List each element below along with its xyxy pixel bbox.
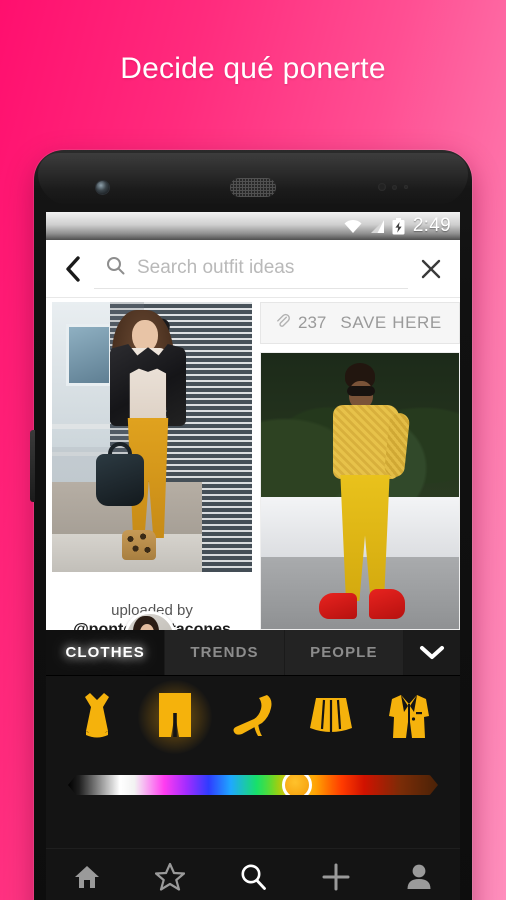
filter-tabs: CLOTHES TRENDS PEOPLE bbox=[46, 630, 460, 676]
color-slider-wrap[interactable] bbox=[46, 758, 460, 812]
page-title: Decide qué ponerte bbox=[120, 52, 386, 85]
search-icon[interactable] bbox=[227, 857, 279, 897]
volume-button[interactable] bbox=[30, 430, 35, 502]
profile-icon[interactable] bbox=[393, 857, 445, 897]
star-icon[interactable] bbox=[144, 857, 196, 897]
tab-trends[interactable]: TRENDS bbox=[165, 630, 285, 675]
front-camera-icon bbox=[96, 181, 109, 194]
category-row bbox=[46, 676, 460, 758]
filter-panel: CLOTHES TRENDS PEOPLE bbox=[46, 630, 460, 900]
close-icon[interactable] bbox=[418, 258, 444, 280]
search-bar bbox=[46, 240, 460, 298]
pants-icon[interactable] bbox=[138, 680, 212, 754]
clock-time: 2:49 bbox=[412, 215, 451, 236]
bottom-nav bbox=[46, 848, 460, 900]
color-slider-thumb[interactable] bbox=[282, 775, 313, 795]
dress-icon[interactable] bbox=[69, 687, 125, 747]
jacket-icon[interactable] bbox=[381, 687, 437, 747]
save-here-label: SAVE HERE bbox=[340, 313, 442, 332]
home-icon[interactable] bbox=[61, 857, 113, 897]
search-input[interactable] bbox=[137, 257, 402, 279]
search-icon bbox=[106, 256, 125, 280]
plus-icon[interactable] bbox=[310, 857, 362, 897]
wifi-icon bbox=[343, 219, 363, 234]
outfit-photo[interactable] bbox=[52, 302, 252, 572]
outfit-card[interactable]: uploaded by @ponteunostacones bbox=[52, 302, 252, 630]
paperclip-icon bbox=[275, 313, 290, 333]
save-here-button[interactable]: 237 SAVE HERE bbox=[260, 302, 460, 344]
tab-clothes[interactable]: CLOTHES bbox=[46, 630, 166, 675]
search-field[interactable] bbox=[94, 249, 408, 289]
results-grid: uploaded by @ponteunostacones 237 SAVE H… bbox=[46, 298, 460, 630]
tab-people[interactable]: PEOPLE bbox=[284, 630, 404, 675]
outfit-photo[interactable] bbox=[260, 352, 460, 630]
phone-sensors bbox=[378, 183, 414, 192]
chevron-down-icon[interactable] bbox=[403, 630, 460, 675]
signal-icon bbox=[369, 219, 386, 234]
status-bar: 2:49 bbox=[46, 212, 460, 240]
color-slider[interactable] bbox=[68, 775, 438, 795]
phone-screen: 2:49 Search outfit ideas uploaded by 237… bbox=[46, 212, 460, 900]
back-arrow-icon[interactable] bbox=[60, 255, 84, 282]
phone-device: 2:49 Search outfit ideas uploaded by 237… bbox=[30, 150, 472, 900]
battery-charging-icon bbox=[392, 217, 405, 235]
earpiece-speaker bbox=[230, 178, 276, 197]
results-column-right: 237 SAVE HERE bbox=[260, 302, 460, 630]
skirt-icon[interactable] bbox=[303, 687, 359, 747]
save-count: 237 bbox=[298, 313, 327, 332]
results-column-left: uploaded by @ponteunostacones bbox=[52, 302, 252, 630]
high-heel-icon[interactable] bbox=[225, 687, 281, 747]
